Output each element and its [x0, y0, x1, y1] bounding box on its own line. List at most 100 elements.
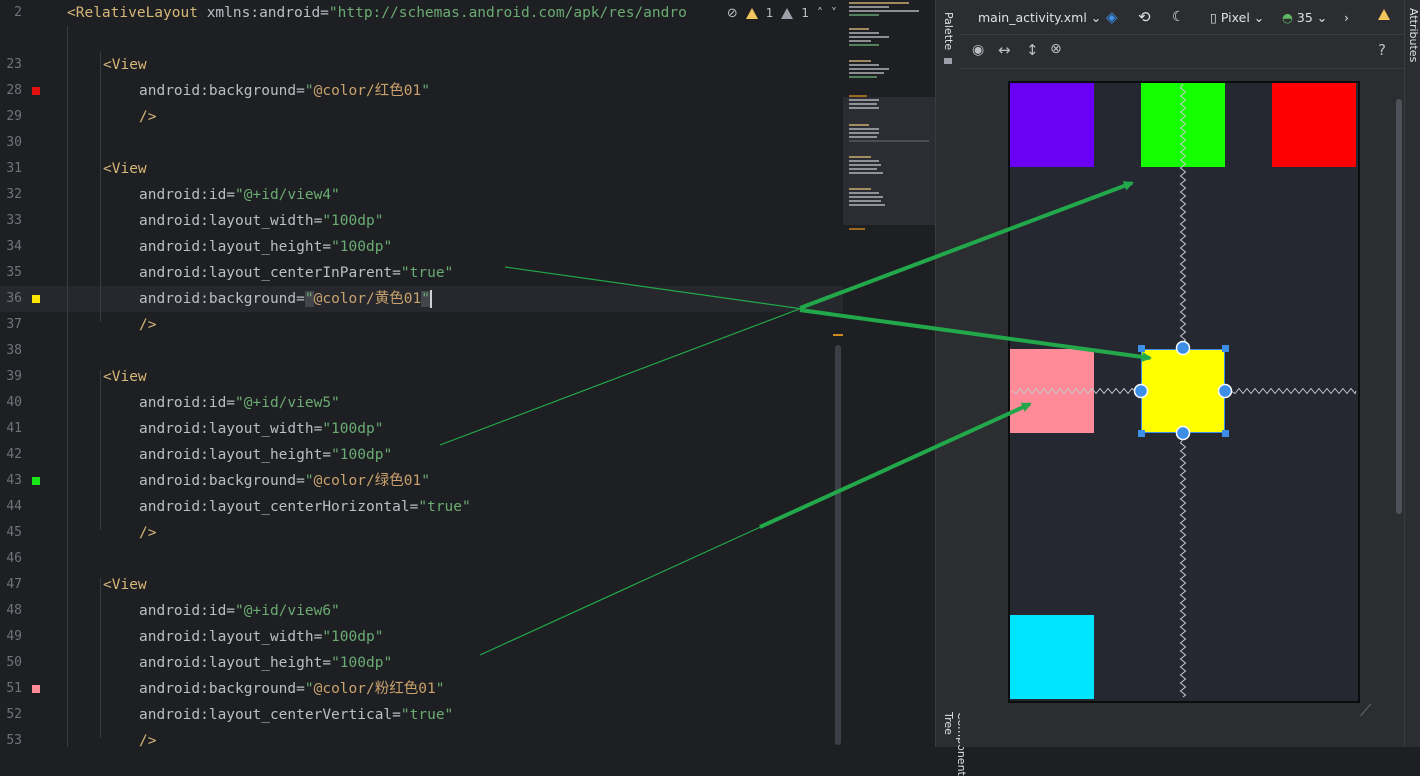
left-tool-strip: Palette Component Tree	[935, 0, 968, 776]
code-line[interactable]: 35 android:layout_centerInParent="true"	[0, 260, 843, 286]
device-dropdown[interactable]: ▯ Pixel ⌄	[1210, 10, 1264, 25]
canvas-scrollbar[interactable]	[1396, 99, 1402, 514]
code-editor[interactable]: 2 <RelativeLayout xmlns:android="http://s…	[0, 0, 843, 747]
vertical-resize-icon[interactable]: ↕	[1026, 41, 1039, 59]
clear-constraints-icon[interactable]: ⊗	[1050, 41, 1062, 57]
pink-view[interactable]	[1010, 349, 1094, 433]
code-line[interactable]: 47 <View	[0, 572, 843, 598]
night-mode-icon[interactable]: ☾	[1172, 9, 1185, 25]
eye-icon[interactable]: ◉	[972, 42, 984, 58]
cyan-view[interactable]	[1010, 615, 1094, 699]
code-line[interactable]: 33 android:layout_width="100dp"	[0, 208, 843, 234]
eye-off-icon[interactable]: ⊘	[727, 6, 738, 21]
editor-scrollbar[interactable]	[835, 345, 841, 745]
minimap-line	[849, 128, 879, 130]
code-minimap[interactable]	[843, 0, 935, 747]
line-number: 48	[6, 603, 22, 618]
device-preview-frame[interactable]	[1008, 81, 1360, 703]
code-text: android:layout_width="100dp"	[139, 624, 383, 650]
line-number: 40	[6, 395, 22, 410]
previous-highlight-icon[interactable]: ˄	[817, 6, 823, 20]
code-line[interactable]: 42 android:layout_height="100dp"	[0, 442, 843, 468]
code-line[interactable]: 45 />	[0, 520, 843, 546]
code-token: @color/黄色01	[313, 291, 422, 307]
yellow-view[interactable]	[1141, 349, 1225, 433]
next-highlight-icon[interactable]: ˅	[831, 6, 837, 20]
code-line[interactable]: 48 android:id="@+id/view6"	[0, 598, 843, 624]
line-number: 2	[14, 5, 22, 20]
color-swatch-icon[interactable]	[32, 87, 40, 95]
code-text: android:layout_width="100dp"	[139, 416, 383, 442]
code-line[interactable]: 44 android:layout_centerHorizontal="true"	[0, 494, 843, 520]
code-line[interactable]: 38	[0, 338, 843, 364]
line-number: 34	[6, 239, 22, 254]
code-line[interactable]: 29 />	[0, 104, 843, 130]
minimap-line	[849, 136, 877, 138]
code-text: android:id="@+id/view4"	[139, 182, 340, 208]
orientation-icon[interactable]: ⟲	[1138, 8, 1151, 26]
code-line[interactable]: 52 android:layout_centerVertical="true"	[0, 702, 843, 728]
code-line[interactable]: 31 <View	[0, 156, 843, 182]
code-text: android:background="@color/黄色01"	[139, 286, 432, 312]
android-icon: ◓	[1282, 9, 1293, 25]
weak-warning-count: 1	[801, 6, 809, 20]
code-text: />	[139, 312, 156, 338]
purple-view[interactable]	[1010, 83, 1094, 167]
code-line[interactable]: 34 android:layout_height="100dp"	[0, 234, 843, 260]
code-line[interactable]: 51 android:background="@color/粉红色01"	[0, 676, 843, 702]
color-swatch-icon[interactable]	[32, 477, 40, 485]
design-surface-icon[interactable]: ◈	[1106, 8, 1118, 26]
color-swatch-icon[interactable]	[32, 295, 40, 303]
code-line[interactable]: 36 android:background="@color/黄色01"	[0, 286, 843, 312]
horizontal-resize-icon[interactable]: ↔	[998, 41, 1011, 59]
line-number: 31	[6, 161, 22, 176]
green-view[interactable]	[1141, 83, 1225, 167]
help-icon[interactable]: ?	[1378, 41, 1386, 59]
code-token: <View	[103, 369, 147, 385]
indent-guide	[100, 52, 101, 322]
attributes-tab[interactable]: Attributes	[1407, 8, 1420, 62]
layout-canvas[interactable]: ⟋	[960, 69, 1404, 747]
design-toolbar: main_activity.xml ⌄ ◈ ⟲ ☾ ▯ Pixel ⌄ ◓ 35…	[960, 0, 1404, 35]
code-line[interactable]: 39 <View	[0, 364, 843, 390]
line-number: 38	[6, 343, 22, 358]
code-line[interactable]: 32 android:id="@+id/view4"	[0, 182, 843, 208]
scrollbar-warning-marker[interactable]	[833, 334, 843, 336]
code-line[interactable]: 41 android:layout_width="100dp"	[0, 416, 843, 442]
minimap-line	[849, 107, 879, 109]
minimap-line	[849, 6, 889, 8]
editor-inspection-widget[interactable]: ⊘ 1 1 ˄ ˅	[720, 0, 837, 26]
code-line[interactable]: 43 android:background="@color/绿色01"	[0, 468, 843, 494]
design-warning-icon[interactable]	[1378, 9, 1390, 20]
code-token: />	[139, 109, 157, 125]
layout-file-dropdown[interactable]: main_activity.xml ⌄	[978, 10, 1101, 25]
api-level-label: 35	[1296, 9, 1313, 25]
code-text: />	[139, 520, 156, 546]
minimap-line	[849, 160, 879, 162]
palette-tab[interactable]: Palette	[942, 12, 955, 50]
code-line[interactable]: 23 <View	[0, 52, 843, 78]
code-line[interactable]: 2 <RelativeLayout xmlns:android="http://s…	[0, 0, 843, 26]
color-swatch-icon[interactable]	[32, 685, 40, 693]
code-token: "	[435, 681, 445, 697]
code-line[interactable]: 37 />	[0, 312, 843, 338]
code-line[interactable]: 53 />	[0, 728, 843, 747]
minimap-line	[849, 2, 909, 4]
minimap-line	[849, 196, 883, 198]
minimap-line	[849, 10, 919, 12]
minimap-line	[849, 172, 883, 174]
resize-handle-icon[interactable]: ⟋	[1360, 701, 1371, 721]
code-line[interactable]: 49 android:layout_width="100dp"	[0, 624, 843, 650]
minimap-line	[849, 76, 877, 78]
code-token: android:layout_centerInParent=	[139, 265, 401, 281]
code-line[interactable]: 28 android:background="@color/红色01"	[0, 78, 843, 104]
code-line[interactable]: 40 android:id="@+id/view5"	[0, 390, 843, 416]
red-view[interactable]	[1272, 83, 1356, 167]
chevron-right-icon[interactable]: ›	[1344, 10, 1349, 25]
code-token: @color/绿色01	[313, 473, 422, 489]
minimap-line	[849, 72, 884, 74]
code-line[interactable]: 46	[0, 546, 843, 572]
code-line[interactable]: 30	[0, 130, 843, 156]
code-line[interactable]: 50 android:layout_height="100dp"	[0, 650, 843, 676]
api-level-dropdown[interactable]: ◓ 35 ⌄	[1282, 10, 1327, 25]
